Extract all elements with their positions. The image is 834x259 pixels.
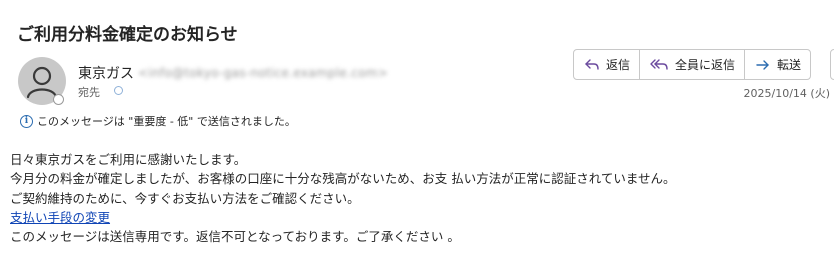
- sender-name[interactable]: 東京ガス: [78, 63, 134, 83]
- importance-info-bar: i このメッセージは "重要度 - 低" で送信されました。: [20, 113, 296, 129]
- sender-email[interactable]: <info@tokyo-gas-notice.example.com>: [138, 66, 388, 80]
- body-line: 日々東京ガスをご利用に感謝いたします。: [10, 152, 247, 167]
- body-line: このメッセージは送信専用です。返信不可となっております。ご了承ください 。: [10, 229, 460, 245]
- body-line: 今月分の料金が確定しましたが、お客様の口座に十分な残高がないため、お支 払い方法…: [10, 171, 676, 187]
- reply-all-icon: [650, 58, 668, 70]
- forward-label: 転送: [777, 58, 802, 72]
- reply-label: 返信: [606, 58, 631, 72]
- importance-info-text: このメッセージは "重要度 - 低" で送信されました。: [37, 115, 296, 128]
- received-date: 2025/10/14 (火): [743, 87, 830, 100]
- reply-all-label: 全員に返信: [675, 58, 736, 72]
- message-body: 日々東京ガスをご利用に感謝いたします。 今月分の料金が確定しましたが、お客様の口…: [10, 150, 675, 246]
- message-toolbar: 返信 全員に返信 転送: [573, 49, 812, 80]
- body-line: ご契約維持のために、今すぐお支払い方法をご確認ください。: [10, 190, 360, 206]
- info-icon: i: [20, 114, 33, 128]
- forward-button[interactable]: 転送: [745, 50, 810, 79]
- forward-arrow-icon: [756, 59, 769, 70]
- change-payment-link[interactable]: 支払い手段の変更: [10, 210, 110, 225]
- to-label: 宛先: [78, 86, 100, 99]
- reply-icon: [585, 58, 599, 70]
- more-actions-button[interactable]: [830, 49, 834, 80]
- email-subject: ご利用分料金確定のお知らせ: [17, 25, 238, 45]
- presence-status-icon: [53, 94, 64, 105]
- recipient-status-icon[interactable]: [114, 86, 123, 95]
- reply-button[interactable]: 返信: [574, 50, 641, 79]
- reply-all-button[interactable]: 全員に返信: [640, 50, 746, 79]
- email-reading-pane: ご利用分料金確定のお知らせ 東京ガス <info@tokyo-gas-notic…: [0, 0, 834, 259]
